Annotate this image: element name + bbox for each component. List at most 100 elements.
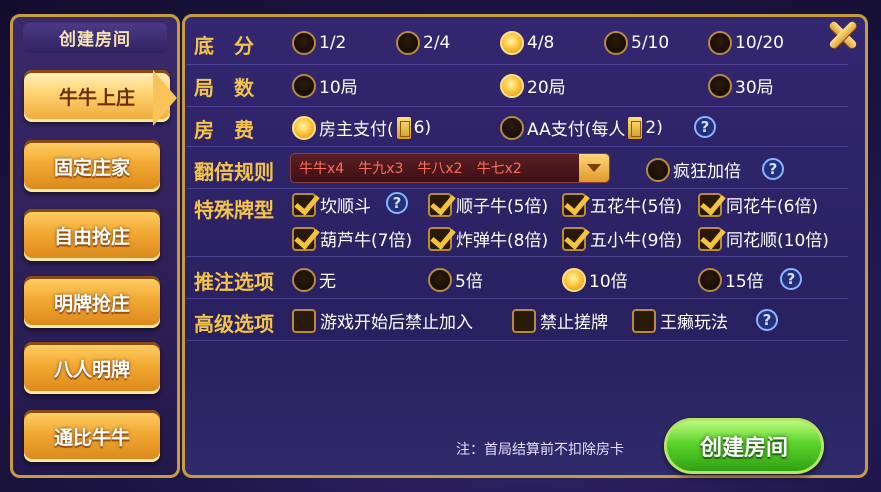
fee-aa-pay[interactable]: AA支付(每人 2)	[500, 115, 663, 140]
checkbox-checked-icon	[292, 226, 316, 251]
radio-icon	[292, 31, 316, 55]
radio-icon	[708, 31, 732, 55]
radio-icon	[292, 73, 316, 98]
checkbox-checked-icon	[292, 192, 316, 217]
option-label: 30局	[735, 78, 774, 98]
option-label: 葫芦牛(7倍)	[320, 231, 413, 251]
special-wuxiao[interactable]: 五小牛(9倍)	[562, 226, 682, 251]
checkbox-icon	[512, 308, 536, 333]
push-10x[interactable]: 10倍	[562, 267, 628, 292]
base-option-2[interactable]: 2/4	[396, 31, 450, 55]
option-label: 坎顺斗	[320, 197, 371, 217]
option-label: AA支付(每人	[527, 120, 626, 140]
special-kanshun[interactable]: 坎顺斗	[292, 192, 371, 217]
option-label: 房主支付(	[319, 120, 394, 140]
create-room-button[interactable]: 创建房间	[664, 418, 824, 474]
select-value: 牛牛x4 牛九x3 牛八x2 牛七x2	[299, 161, 522, 177]
radio-selected-icon	[562, 267, 586, 292]
help-icon[interactable]: ?	[756, 309, 778, 331]
help-icon[interactable]: ?	[762, 158, 784, 180]
base-score-label: 底 分	[194, 34, 254, 58]
room-card-icon	[396, 116, 411, 139]
option-label: 2/4	[423, 33, 451, 53]
option-count: 6)	[413, 117, 432, 138]
push-15x[interactable]: 15倍	[698, 267, 764, 292]
sidebar-title: 创建房间	[59, 30, 131, 50]
advanced-label: 高级选项	[194, 312, 274, 336]
radio-icon	[698, 267, 722, 292]
push-5x[interactable]: 5倍	[428, 267, 483, 292]
radio-icon	[292, 267, 316, 292]
option-label: 同花牛(6倍)	[726, 197, 819, 217]
room-card-icon	[628, 116, 643, 139]
adv-no-rub[interactable]: 禁止搓牌	[512, 308, 608, 333]
special-zhadan[interactable]: 炸弹牛(8倍)	[428, 226, 548, 251]
mode-free-grab[interactable]: 自由抢庄	[24, 209, 160, 261]
special-tonghuashun[interactable]: 同花顺(10倍)	[698, 226, 829, 251]
option-label: 1/2	[319, 33, 347, 53]
option-label: 10倍	[589, 272, 628, 292]
special-tonghua[interactable]: 同花牛(6倍)	[698, 192, 818, 217]
radio-icon	[500, 115, 524, 140]
option-label: 顺子牛(5倍)	[456, 197, 549, 217]
special-wuhua[interactable]: 五花牛(5倍)	[562, 192, 682, 217]
divider	[186, 106, 848, 107]
adv-no-join[interactable]: 游戏开始后禁止加入	[292, 308, 473, 333]
divider	[186, 298, 848, 299]
option-label: 五小牛(9倍)	[590, 231, 683, 251]
help-icon[interactable]: ?	[386, 192, 408, 214]
push-label: 推注选项	[194, 270, 274, 294]
rounds-option-30[interactable]: 30局	[708, 73, 774, 98]
radio-selected-icon	[500, 31, 524, 55]
option-count: 2)	[645, 117, 663, 138]
help-icon[interactable]: ?	[780, 268, 802, 290]
adv-wild-king[interactable]: 王癞玩法	[632, 308, 728, 333]
radio-selected-icon	[500, 73, 524, 98]
rounds-option-10[interactable]: 10局	[292, 73, 358, 98]
help-icon[interactable]: ?	[694, 116, 716, 138]
option-label: 五花牛(5倍)	[590, 197, 683, 217]
divider	[186, 64, 848, 65]
radio-icon	[646, 157, 670, 182]
radio-selected-icon	[292, 115, 316, 140]
option-label: 5倍	[455, 272, 483, 292]
rounds-option-20[interactable]: 20局	[500, 73, 566, 98]
mode-eight-open[interactable]: 八人明牌	[24, 342, 160, 394]
fee-host-pay[interactable]: 房主支付( 6)	[292, 115, 431, 140]
special-hands-label: 特殊牌型	[194, 198, 274, 222]
mode-niuniu-shangzhuang[interactable]: 牛牛上庄	[24, 70, 170, 122]
option-label: 游戏开始后禁止加入	[320, 313, 473, 333]
push-none[interactable]: 无	[292, 267, 336, 292]
chevron-down-icon[interactable]	[579, 154, 609, 182]
option-label: 无	[319, 272, 336, 292]
mode-open-card-grab[interactable]: 明牌抢庄	[24, 276, 160, 328]
option-label: 禁止搓牌	[540, 313, 608, 333]
divider	[186, 188, 848, 189]
base-option-5[interactable]: 10/20	[708, 31, 784, 55]
double-rule-label: 翻倍规则	[194, 160, 274, 184]
special-shunzi[interactable]: 顺子牛(5倍)	[428, 192, 548, 217]
checkbox-checked-icon	[428, 226, 452, 251]
crazy-double-option[interactable]: 疯狂加倍	[646, 157, 741, 182]
base-option-1[interactable]: 1/2	[292, 31, 346, 55]
divider	[186, 340, 848, 341]
active-arrow-icon	[153, 70, 177, 126]
mode-tongbi-niuniu[interactable]: 通比牛牛	[24, 410, 160, 462]
checkbox-checked-icon	[428, 192, 452, 217]
double-rule-select[interactable]: 牛牛x4 牛九x3 牛八x2 牛七x2	[290, 153, 610, 183]
radio-icon	[708, 73, 732, 98]
create-room-dialog: 创建房间 牛牛上庄 固定庄家 自由抢庄 明牌抢庄 八人明牌 通比牛牛 底 分 1…	[0, 0, 881, 492]
option-label: 10局	[319, 78, 358, 98]
option-label: 王癞玩法	[660, 313, 728, 333]
mode-fixed-banker[interactable]: 固定庄家	[24, 140, 160, 192]
base-option-3[interactable]: 4/8	[500, 31, 554, 55]
base-option-4[interactable]: 5/10	[604, 31, 669, 55]
rounds-label: 局 数	[194, 76, 254, 100]
checkbox-checked-icon	[698, 226, 722, 251]
special-hulu[interactable]: 葫芦牛(7倍)	[292, 226, 412, 251]
footer-note: 注：首局结算前不扣除房卡	[456, 442, 624, 458]
option-label: 10/20	[735, 33, 784, 53]
divider	[186, 146, 848, 147]
close-icon[interactable]	[826, 18, 860, 52]
checkbox-checked-icon	[698, 192, 722, 217]
